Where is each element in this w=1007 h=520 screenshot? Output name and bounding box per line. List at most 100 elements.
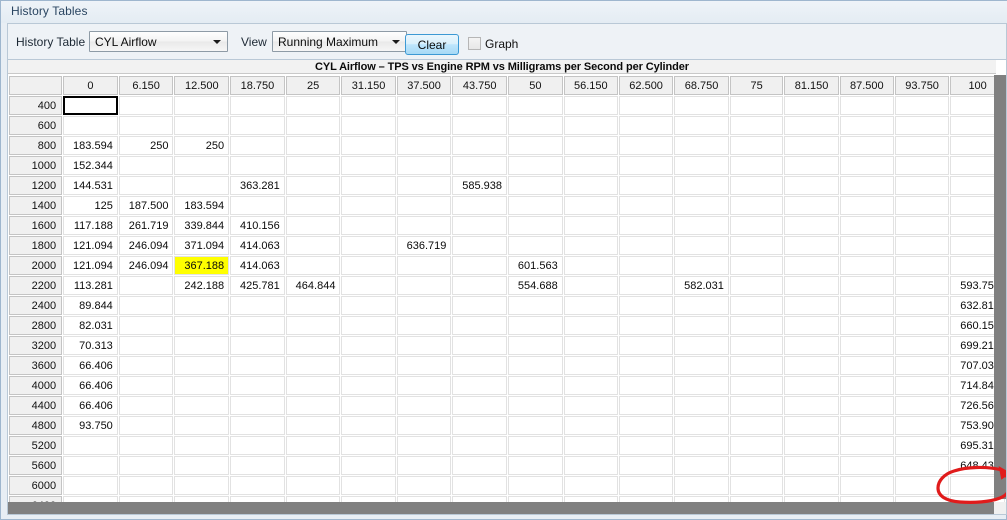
cell-r6000-c93.750[interactable] xyxy=(894,476,950,495)
cell-r4800-c62.500[interactable] xyxy=(618,416,674,435)
cell-r3600-c43.750[interactable] xyxy=(452,356,508,375)
cell-r1000-c43.750[interactable] xyxy=(452,156,508,175)
row-header-600[interactable]: 600 xyxy=(9,116,63,135)
cell-r5200-c50[interactable] xyxy=(508,436,563,455)
cell-r4800-c68.750[interactable] xyxy=(674,416,729,435)
cell-r2800-c43.750[interactable] xyxy=(452,316,508,335)
cell-r3200-c25[interactable] xyxy=(285,336,341,355)
cell-r4400-c12.500[interactable] xyxy=(174,396,230,415)
cell-r1200-c62.500[interactable] xyxy=(618,176,674,195)
cell-r1000-c75[interactable] xyxy=(729,156,784,175)
cell-r2800-c12.500[interactable] xyxy=(174,316,230,335)
cell-r5200-c0[interactable] xyxy=(63,436,118,455)
cell-r2200-c56.150[interactable] xyxy=(563,276,618,295)
cell-r400-c18.750[interactable] xyxy=(230,96,285,115)
cell-r1600-c18.750[interactable]: 410.156 xyxy=(230,216,285,235)
cell-r2000-c31.150[interactable] xyxy=(341,256,396,275)
cell-r5200-c37.500[interactable] xyxy=(396,436,452,455)
cell-r1200-c81.150[interactable] xyxy=(784,176,839,195)
row-header-6000[interactable]: 6000 xyxy=(9,476,63,495)
cell-r600-c18.750[interactable] xyxy=(230,116,285,135)
cell-r400-c12.500[interactable] xyxy=(174,96,230,115)
graph-checkbox[interactable] xyxy=(468,37,481,50)
cell-r2800-c6.150[interactable] xyxy=(118,316,174,335)
cell-r2800-c87.500[interactable] xyxy=(839,316,894,335)
cell-r2400-c93.750[interactable] xyxy=(894,296,950,315)
row-header-4000[interactable]: 4000 xyxy=(9,376,63,395)
cell-r4000-c43.750[interactable] xyxy=(452,376,508,395)
cell-r600-c62.500[interactable] xyxy=(618,116,674,135)
cell-r2800-c0[interactable]: 82.031 xyxy=(63,316,118,335)
cell-r1600-c75[interactable] xyxy=(729,216,784,235)
horizontal-scrollbar[interactable] xyxy=(8,502,996,514)
cell-r3200-c12.500[interactable] xyxy=(174,336,230,355)
cell-r2000-c50[interactable]: 601.563 xyxy=(508,256,563,275)
cell-r1000-c68.750[interactable] xyxy=(674,156,729,175)
cell-r3600-c37.500[interactable] xyxy=(396,356,452,375)
cell-r1600-c31.150[interactable] xyxy=(341,216,396,235)
cell-r2200-c12.500[interactable]: 242.188 xyxy=(174,276,230,295)
cell-r1000-c87.500[interactable] xyxy=(839,156,894,175)
cell-r2000-c12.500[interactable]: 367.188 xyxy=(174,256,230,275)
cell-r2400-c81.150[interactable] xyxy=(784,296,839,315)
cell-r1200-c93.750[interactable] xyxy=(894,176,950,195)
cell-r800-c37.500[interactable] xyxy=(396,136,452,155)
cell-r600-c50[interactable] xyxy=(508,116,563,135)
cell-r4000-c56.150[interactable] xyxy=(563,376,618,395)
cell-r2200-c25[interactable]: 464.844 xyxy=(285,276,341,295)
cell-r800-c6.150[interactable]: 250 xyxy=(118,136,174,155)
cell-r5200-c62.500[interactable] xyxy=(618,436,674,455)
cell-r1800-c6.150[interactable]: 246.094 xyxy=(118,236,174,255)
cell-r800-c68.750[interactable] xyxy=(674,136,729,155)
cell-r3200-c43.750[interactable] xyxy=(452,336,508,355)
cell-r1800-c81.150[interactable] xyxy=(784,236,839,255)
cell-r4800-c31.150[interactable] xyxy=(341,416,396,435)
cell-r5600-c81.150[interactable] xyxy=(784,456,839,475)
cell-r5200-c87.500[interactable] xyxy=(839,436,894,455)
cell-r1800-c31.150[interactable] xyxy=(341,236,396,255)
cell-r2400-c6.150[interactable] xyxy=(118,296,174,315)
cell-r1400-c68.750[interactable] xyxy=(674,196,729,215)
cell-r3200-c93.750[interactable] xyxy=(894,336,950,355)
cell-r4800-c56.150[interactable] xyxy=(563,416,618,435)
row-header-1200[interactable]: 1200 xyxy=(9,176,63,195)
row-header-5200[interactable]: 5200 xyxy=(9,436,63,455)
cell-r600-c93.750[interactable] xyxy=(894,116,950,135)
cell-r2200-c62.500[interactable] xyxy=(618,276,674,295)
cell-r4800-c18.750[interactable] xyxy=(230,416,285,435)
cell-r1600-c6.150[interactable]: 261.719 xyxy=(118,216,174,235)
cell-r5600-c93.750[interactable] xyxy=(894,456,950,475)
cell-r1200-c31.150[interactable] xyxy=(341,176,396,195)
cell-r2200-c31.150[interactable] xyxy=(341,276,396,295)
cell-r6000-c0[interactable] xyxy=(63,476,118,495)
cell-r600-c25[interactable] xyxy=(285,116,341,135)
cell-r6000-c25[interactable] xyxy=(285,476,341,495)
cell-r1400-c93.750[interactable] xyxy=(894,196,950,215)
cell-r1400-c12.500[interactable]: 183.594 xyxy=(174,196,230,215)
cell-r3600-c81.150[interactable] xyxy=(784,356,839,375)
cell-r2800-c75[interactable] xyxy=(729,316,784,335)
cell-r3600-c31.150[interactable] xyxy=(341,356,396,375)
column-header-43.750[interactable]: 43.750 xyxy=(452,76,508,95)
cell-r600-c81.150[interactable] xyxy=(784,116,839,135)
cell-r2000-c43.750[interactable] xyxy=(452,256,508,275)
cell-r1200-c6.150[interactable] xyxy=(118,176,174,195)
cell-r2400-c87.500[interactable] xyxy=(839,296,894,315)
cell-r1000-c62.500[interactable] xyxy=(618,156,674,175)
cell-r2200-c75[interactable] xyxy=(729,276,784,295)
cell-r4800-c87.500[interactable] xyxy=(839,416,894,435)
column-header-50[interactable]: 50 xyxy=(508,76,563,95)
cell-r1800-c50[interactable] xyxy=(508,236,563,255)
cell-r2400-c43.750[interactable] xyxy=(452,296,508,315)
cell-r3600-c50[interactable] xyxy=(508,356,563,375)
cell-r2200-c37.500[interactable] xyxy=(396,276,452,295)
cell-r800-c50[interactable] xyxy=(508,136,563,155)
cell-r4800-c25[interactable] xyxy=(285,416,341,435)
cell-r1200-c68.750[interactable] xyxy=(674,176,729,195)
cell-r4000-c81.150[interactable] xyxy=(784,376,839,395)
cell-r1000-c18.750[interactable] xyxy=(230,156,285,175)
cell-r6000-c87.500[interactable] xyxy=(839,476,894,495)
cell-r3200-c81.150[interactable] xyxy=(784,336,839,355)
cell-r1000-c0[interactable]: 152.344 xyxy=(63,156,118,175)
cell-r800-c18.750[interactable] xyxy=(230,136,285,155)
